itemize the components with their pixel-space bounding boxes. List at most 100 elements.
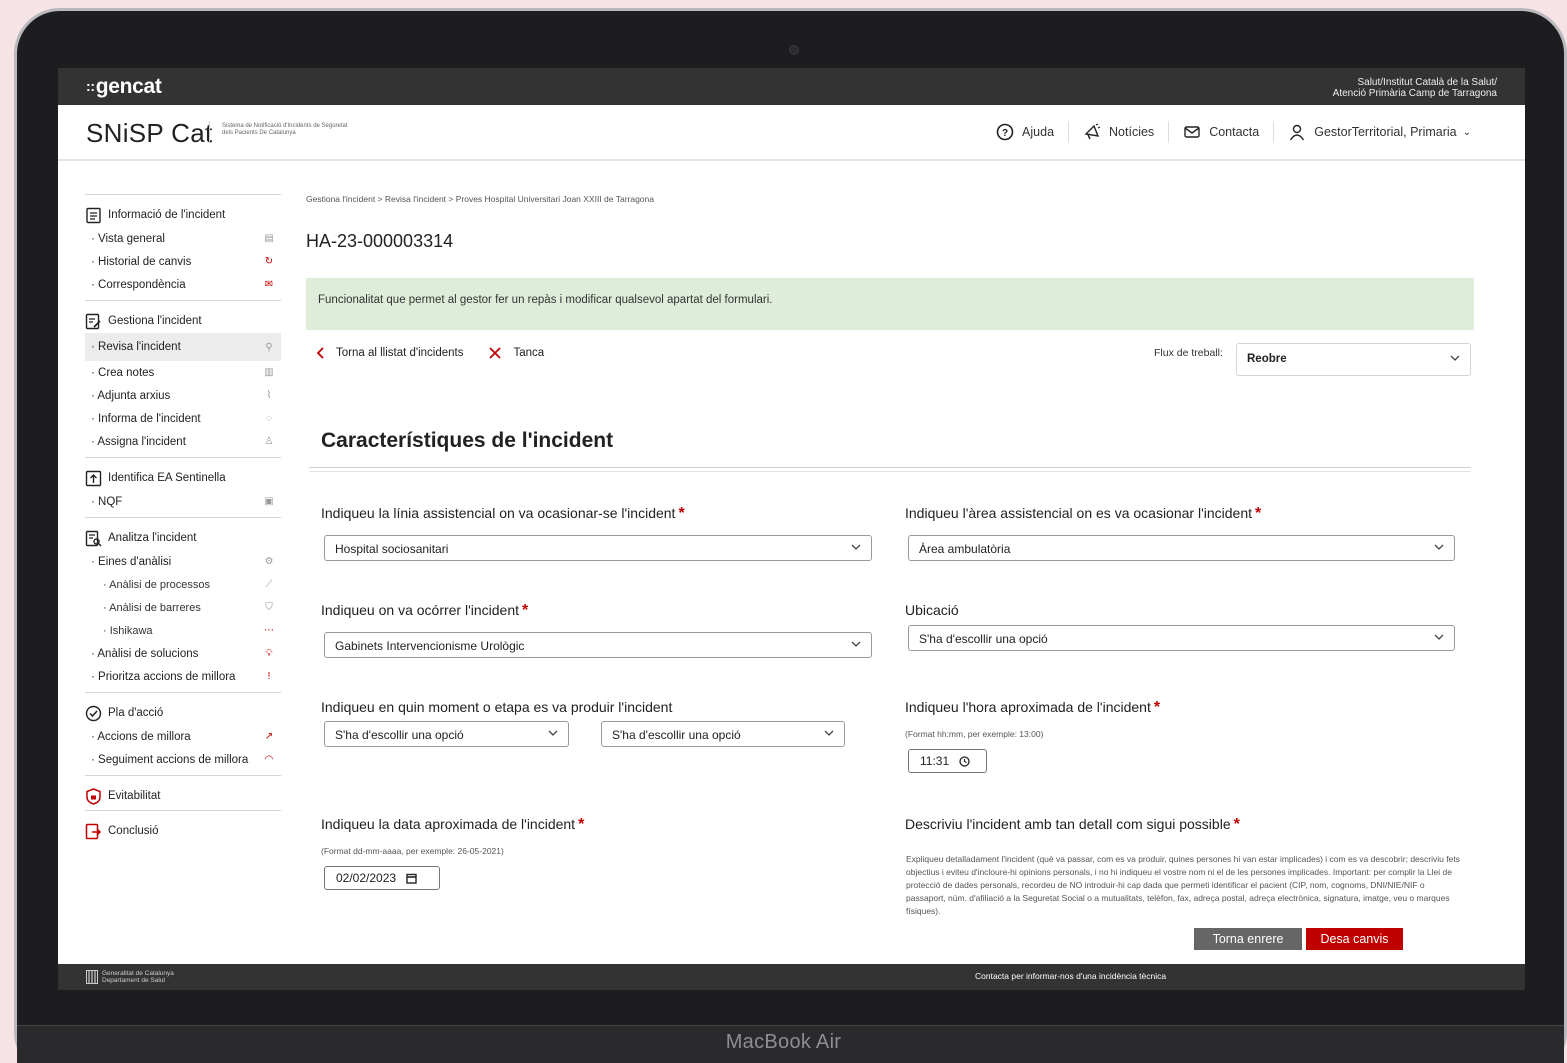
- sidebar-section-avoid: Evitabilitat: [85, 775, 281, 806]
- actions-bar: Torna al llistat d'incidents Tanca: [316, 347, 570, 359]
- sidebar-item-tools[interactable]: · Eines d'anàlisi ⚙: [85, 550, 281, 573]
- sidebar-heading-analyze[interactable]: Analitza l'incident: [85, 528, 281, 548]
- area-select[interactable]: Àrea ambulatòria: [908, 535, 1455, 561]
- mail-icon: [1183, 123, 1201, 141]
- clock-icon: [959, 755, 970, 767]
- analyze-document-icon: [85, 530, 102, 547]
- sidebar-section-info: Informació de l'incident · Vista general…: [85, 194, 281, 296]
- document-icon: [85, 207, 102, 224]
- lightbulb-alert-icon: !: [267, 671, 271, 682]
- description-help-text: Expliqueu detalladament l'incident (què …: [906, 854, 1460, 916]
- sidebar-item-review[interactable]: · Revisa l'incident ⚲: [85, 333, 281, 361]
- sidebar-heading-manage[interactable]: Gestiona l'incident: [85, 311, 281, 331]
- chat-icon: ◌: [266, 413, 272, 424]
- person-icon: ♙: [264, 436, 274, 447]
- sidebar-item-ishikawa[interactable]: · Ishikawa ⋯: [85, 619, 281, 642]
- check-circle-icon: [85, 705, 102, 722]
- sidebar-item-barrier-analysis[interactable]: · Anàlisi de barreres ⛉: [85, 596, 281, 619]
- line-label: Indiqueu la línia assistencial on va oca…: [321, 505, 685, 522]
- megaphone-icon: [1083, 123, 1101, 141]
- sidebar-item-overview[interactable]: · Vista general ▤: [85, 227, 281, 250]
- sidebar-heading-info[interactable]: Informació de l'incident: [85, 205, 281, 225]
- date-input[interactable]: 02/02/2023: [324, 866, 440, 890]
- sidebar-item-attach[interactable]: · Adjunta arxius ⌇: [85, 384, 281, 407]
- gencat-logo[interactable]: ::gencat: [86, 75, 162, 99]
- app-header: SNiSP Cat Sistema de Notificació d'Incid…: [58, 105, 1525, 161]
- description-label: Descriviu l'incident amb tan detall com …: [905, 816, 1240, 833]
- organization-label: Salut/Institut Català de la Salut/ Atenc…: [1332, 77, 1497, 99]
- moment-select-1[interactable]: S'ha d'escollir una opció: [324, 721, 569, 747]
- gauge-icon: ◠: [264, 754, 274, 765]
- shield-icon: ⛉: [265, 602, 273, 613]
- sidebar-item-notes[interactable]: · Crea notes ▥: [85, 361, 281, 384]
- where-select[interactable]: Gabinets Intervencionisme Urològic: [324, 632, 872, 658]
- sidebar-heading-plan[interactable]: Pla d'acció: [85, 703, 281, 723]
- chevron-down-icon: ⌄: [1462, 126, 1471, 138]
- sidebar: Informació de l'incident · Vista general…: [85, 194, 281, 843]
- close-icon: [489, 347, 502, 359]
- refresh-icon: ↻: [264, 256, 274, 267]
- main-content: Gestiona l'incident > Revisa l'incident …: [306, 161, 1486, 961]
- line-select[interactable]: Hospital sociosanitari: [324, 535, 872, 561]
- camera: [789, 45, 799, 55]
- moment-label: Indiqueu en quin moment o etapa es va pr…: [321, 699, 673, 715]
- back-to-list-link[interactable]: Torna al llistat d'incidents: [316, 347, 463, 359]
- sidebar-item-assign[interactable]: · Assigna l'incident ♙: [85, 430, 281, 453]
- contact-link[interactable]: Contacta: [1169, 121, 1275, 143]
- screen: ::gencat Salut/Institut Català de la Sal…: [58, 68, 1525, 990]
- chevron-down-icon: [1450, 355, 1460, 361]
- date-label: Indiqueu la data aproximada de l'inciden…: [321, 816, 585, 833]
- envelope-open-icon: ✉: [264, 279, 274, 290]
- close-link[interactable]: Tanca: [489, 347, 544, 359]
- sidebar-item-nqf[interactable]: · NQF ▣: [85, 490, 281, 513]
- svg-text:?: ?: [1002, 128, 1008, 139]
- save-button[interactable]: Desa canvis: [1306, 928, 1403, 950]
- sidebar-item-prioritize[interactable]: · Prioritza accions de millora!: [85, 665, 281, 688]
- hour-input[interactable]: 11:31: [908, 749, 987, 773]
- emblem-icon: [86, 970, 98, 984]
- moment-select-2[interactable]: S'ha d'escollir una opció: [601, 721, 845, 747]
- sidebar-heading-avoid[interactable]: Evitabilitat: [85, 786, 281, 806]
- workflow-select[interactable]: Reobre: [1236, 343, 1471, 376]
- sidebar-section-conclusion: Conclusió: [85, 810, 281, 841]
- chevron-down-icon: [1434, 634, 1444, 640]
- footer: Generalitat de Catalunya Departament de …: [58, 964, 1525, 990]
- sidebar-item-report[interactable]: · Informa de l'incident ◌: [85, 407, 281, 430]
- sidebar-section-manage: Gestiona l'incident · Revisa l'incident ⚲…: [85, 300, 281, 453]
- help-link[interactable]: ? Ajuda: [982, 121, 1070, 143]
- note-icon: ▥: [264, 367, 274, 378]
- location-label: Ubicació: [905, 602, 959, 618]
- info-banner: Funcionalitat que permet al gestor fer u…: [306, 278, 1474, 330]
- location-select[interactable]: S'ha d'escollir una opció: [908, 625, 1455, 651]
- sidebar-item-correspondence[interactable]: · Correspondència ✉: [85, 273, 281, 296]
- sidebar-section-analyze: Analitza l'incident · Eines d'anàlisi ⚙ ·…: [85, 517, 281, 688]
- chart-icon: ⟋: [265, 579, 273, 590]
- exit-document-icon: [85, 823, 102, 840]
- news-link[interactable]: Notícies: [1069, 121, 1170, 143]
- calendar-icon: [406, 873, 417, 884]
- chevron-left-icon: [316, 347, 324, 359]
- dots-icon: ⋯: [264, 625, 274, 636]
- user-menu[interactable]: GestorTerritorial, Primaria ⌄: [1274, 121, 1485, 143]
- sidebar-item-improvements[interactable]: · Accions de millora ↗: [85, 725, 281, 748]
- lock-shield-icon: [85, 787, 102, 805]
- back-button[interactable]: Torna enrere: [1194, 928, 1302, 950]
- user-icon: [1288, 123, 1306, 141]
- app-subtitle: Sistema de Notificació d'Incidents de Se…: [209, 121, 348, 143]
- sidebar-item-process-analysis[interactable]: · Anàlisi de processos ⟋: [85, 573, 281, 596]
- sidebar-heading-sentinel[interactable]: Identifica EA Sentinella: [85, 468, 281, 488]
- chevron-down-icon: [851, 641, 861, 647]
- page-title: HA-23-000003314: [306, 231, 454, 251]
- section-divider: [309, 467, 1471, 472]
- sidebar-heading-conclusion[interactable]: Conclusió: [85, 821, 281, 841]
- gear-icon: ⚙: [264, 556, 274, 567]
- sidebar-item-history[interactable]: · Historial de canvis ↻: [85, 250, 281, 273]
- breadcrumb[interactable]: Gestiona l'incident > Revisa l'incident …: [306, 194, 654, 204]
- app-title[interactable]: SNiSP Cat: [86, 118, 213, 149]
- sidebar-item-solutions[interactable]: · Anàlisi de solucions 💡︎: [85, 642, 281, 665]
- chevron-down-icon: [824, 730, 834, 736]
- footer-contact-link[interactable]: Contacta per informar-nos d'una incidènc…: [975, 971, 1166, 981]
- workflow-label: Flux de treball:: [1154, 347, 1223, 359]
- sidebar-item-followup[interactable]: · Seguiment accions de millora ◠: [85, 748, 281, 771]
- government-logo[interactable]: Generalitat de Catalunya Departament de …: [86, 970, 174, 984]
